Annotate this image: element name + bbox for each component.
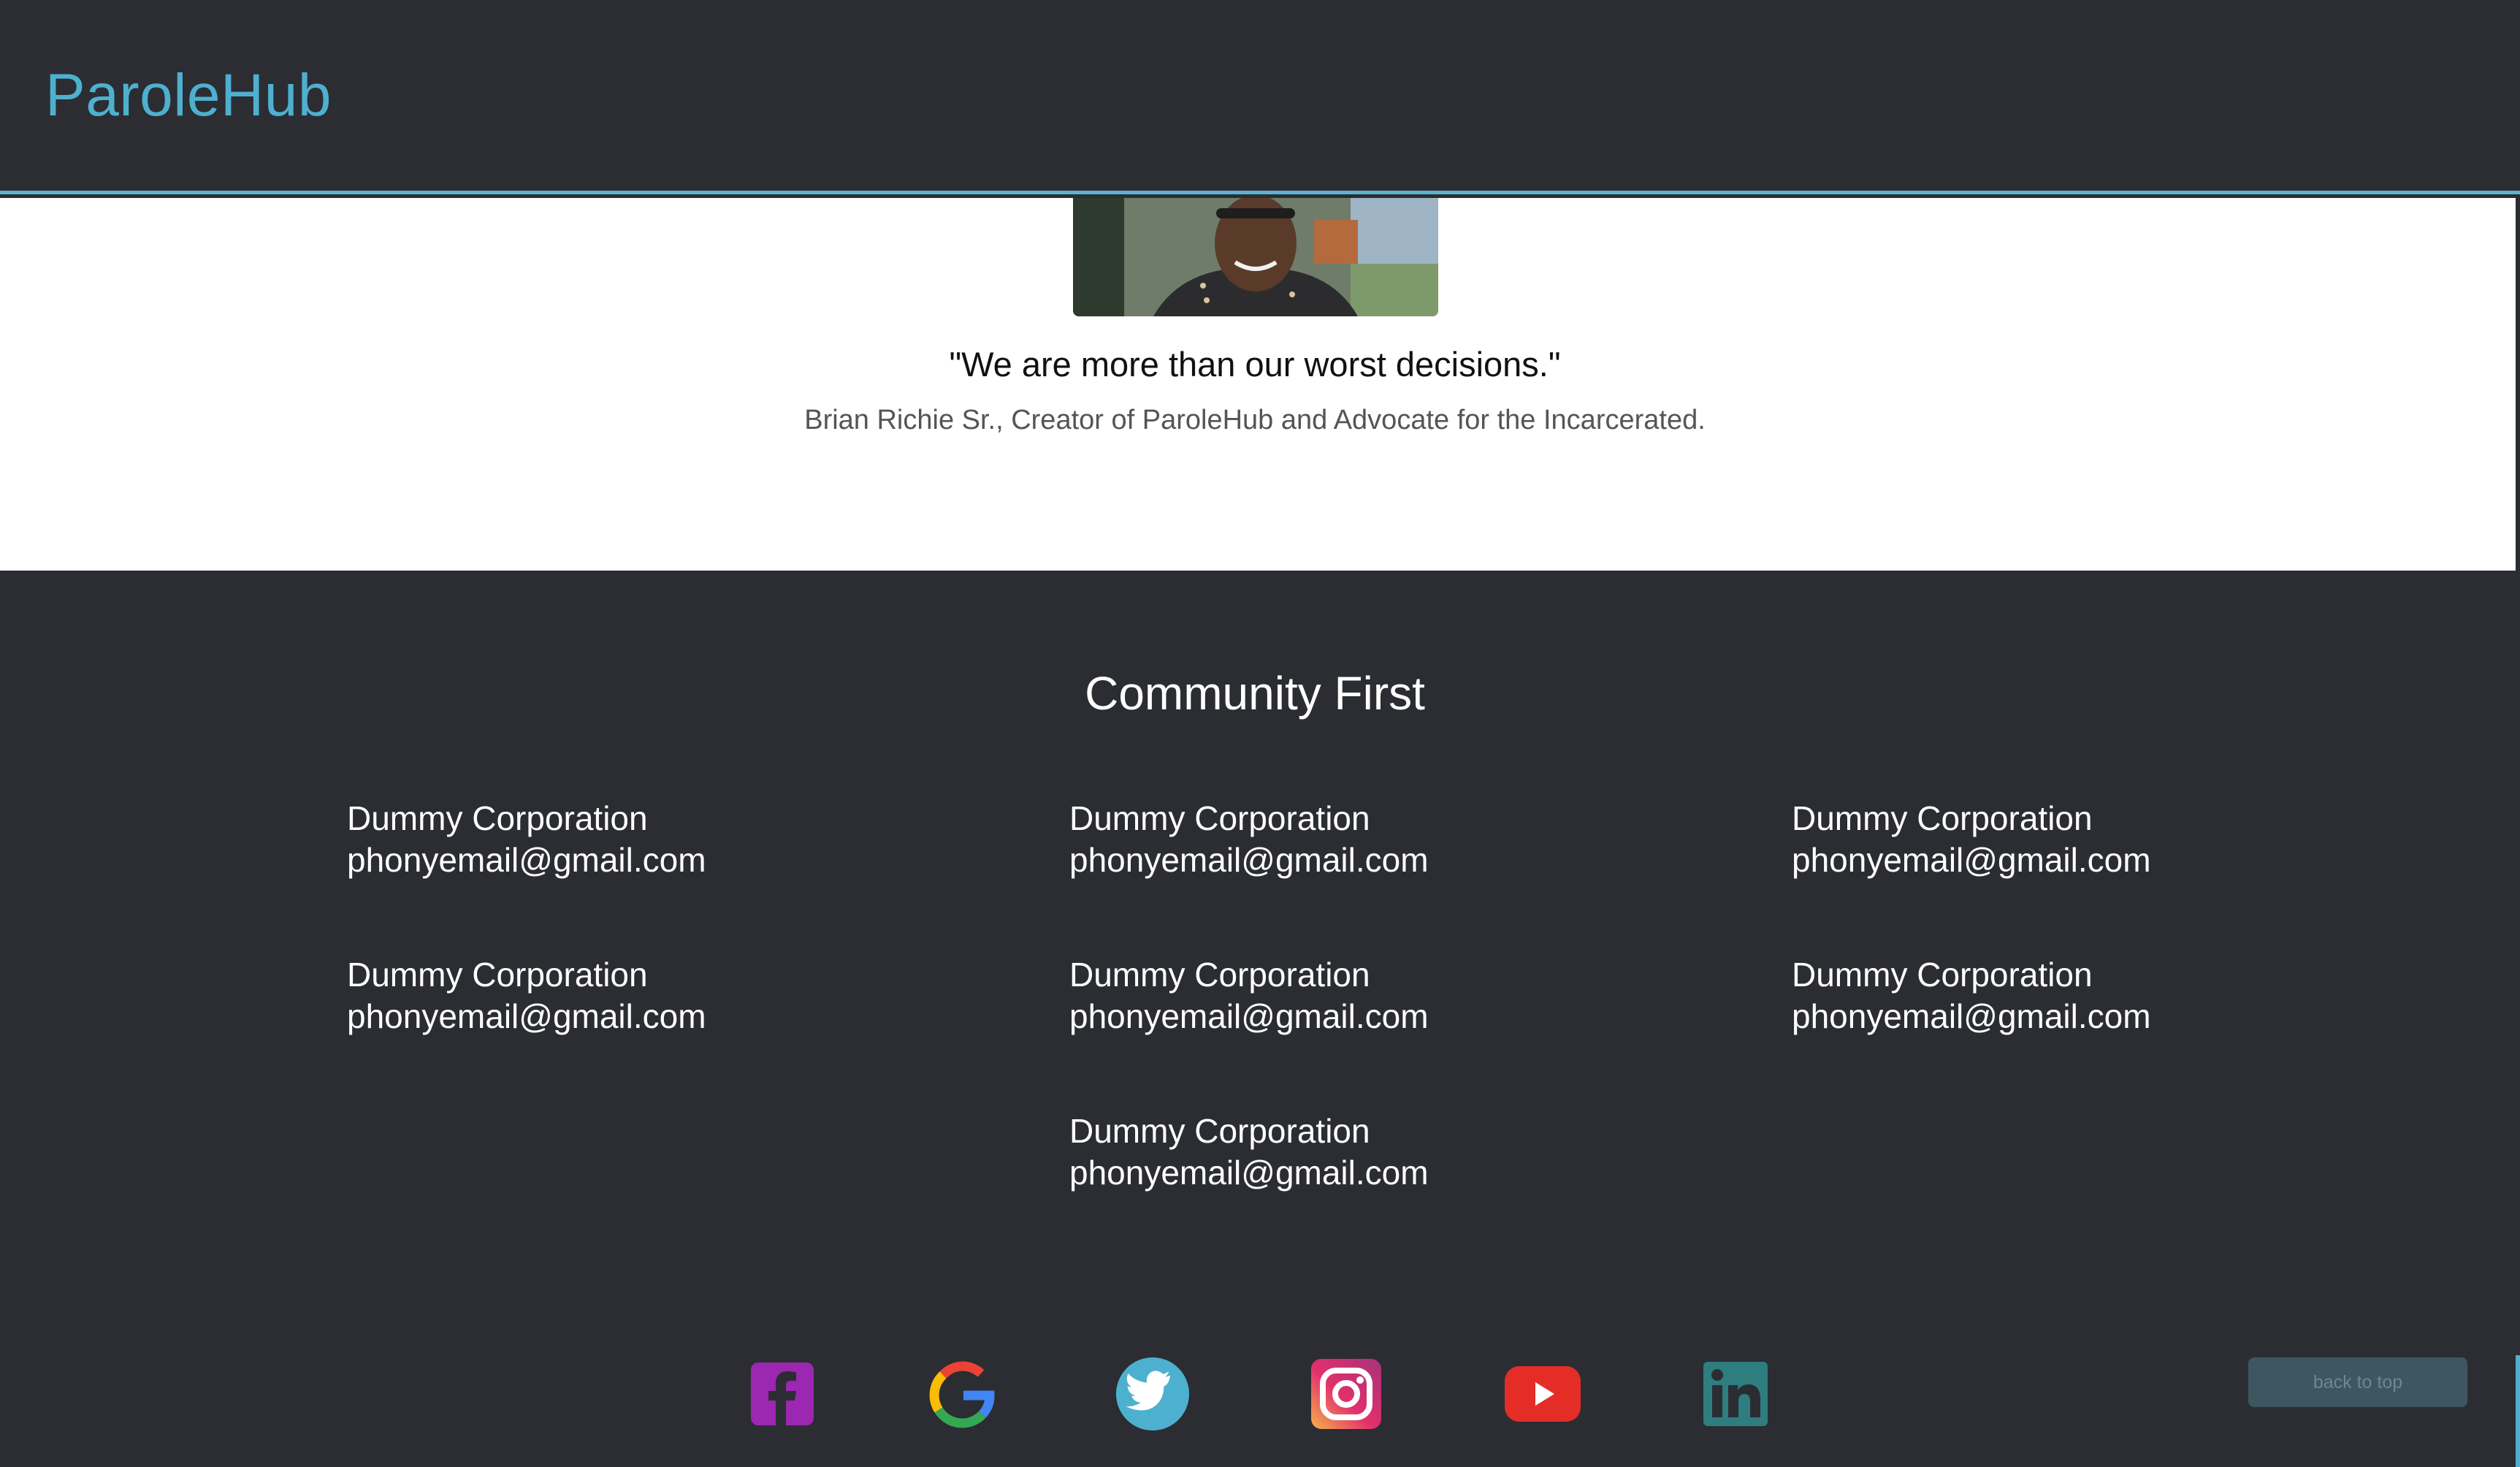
back-to-top-button[interactable]: back to top xyxy=(2248,1357,2467,1407)
twitter-link[interactable] xyxy=(1112,1356,1193,1432)
contact-name: Dummy Corporation xyxy=(1069,956,1370,994)
contact-email[interactable]: phonyemail@gmail.com xyxy=(1792,839,2151,881)
facebook-link[interactable] xyxy=(742,1356,822,1432)
contact-name: Dummy Corporation xyxy=(347,799,648,837)
brand-logo-link[interactable]: ParoleHub xyxy=(45,61,332,130)
contact-card: Dummy Corporation phonyemail@gmail.com xyxy=(1069,798,1429,881)
google-icon xyxy=(929,1361,995,1428)
founder-photo xyxy=(1073,198,1438,316)
contact-card: Dummy Corporation phonyemail@gmail.com xyxy=(347,954,706,1037)
page-edge xyxy=(2516,198,2520,571)
contact-card: Dummy Corporation phonyemail@gmail.com xyxy=(1792,954,2151,1037)
instagram-icon xyxy=(1311,1359,1381,1429)
scrollbar-thumb[interactable] xyxy=(2516,1355,2520,1467)
linkedin-icon xyxy=(1703,1362,1768,1426)
hero-section: "We are more than our worst decisions." … xyxy=(0,198,2516,571)
youtube-icon xyxy=(1505,1366,1581,1422)
contact-card: Dummy Corporation phonyemail@gmail.com xyxy=(1792,798,2151,881)
community-title: Community First xyxy=(1085,667,1425,720)
contact-name: Dummy Corporation xyxy=(1069,799,1370,837)
contact-email[interactable]: phonyemail@gmail.com xyxy=(1069,1152,1429,1194)
founder-quote: "We are more than our worst decisions." xyxy=(949,345,1561,384)
founder-photo-image xyxy=(1073,198,1438,316)
contact-email[interactable]: phonyemail@gmail.com xyxy=(1069,996,1429,1037)
instagram-link[interactable] xyxy=(1306,1356,1386,1432)
contact-card: Dummy Corporation phonyemail@gmail.com xyxy=(1069,1110,1429,1194)
youtube-link[interactable] xyxy=(1502,1356,1584,1432)
linkedin-link[interactable] xyxy=(1695,1356,1776,1432)
contact-name: Dummy Corporation xyxy=(1069,1112,1370,1150)
contact-card: Dummy Corporation phonyemail@gmail.com xyxy=(1069,954,1429,1037)
facebook-icon xyxy=(751,1363,814,1425)
contact-name: Dummy Corporation xyxy=(1792,799,2093,837)
contact-card: Dummy Corporation phonyemail@gmail.com xyxy=(347,798,706,881)
contact-name: Dummy Corporation xyxy=(1792,956,2093,994)
twitter-icon xyxy=(1116,1357,1189,1430)
contact-email[interactable]: phonyemail@gmail.com xyxy=(1792,996,2151,1037)
quote-attribution: Brian Richie Sr., Creator of ParoleHub a… xyxy=(804,405,1706,435)
contact-name: Dummy Corporation xyxy=(347,956,648,994)
google-link[interactable] xyxy=(922,1356,1002,1432)
contact-email[interactable]: phonyemail@gmail.com xyxy=(1069,839,1429,881)
contact-email[interactable]: phonyemail@gmail.com xyxy=(347,839,706,881)
site-header: ParoleHub xyxy=(0,0,2520,194)
contact-email[interactable]: phonyemail@gmail.com xyxy=(347,996,706,1037)
